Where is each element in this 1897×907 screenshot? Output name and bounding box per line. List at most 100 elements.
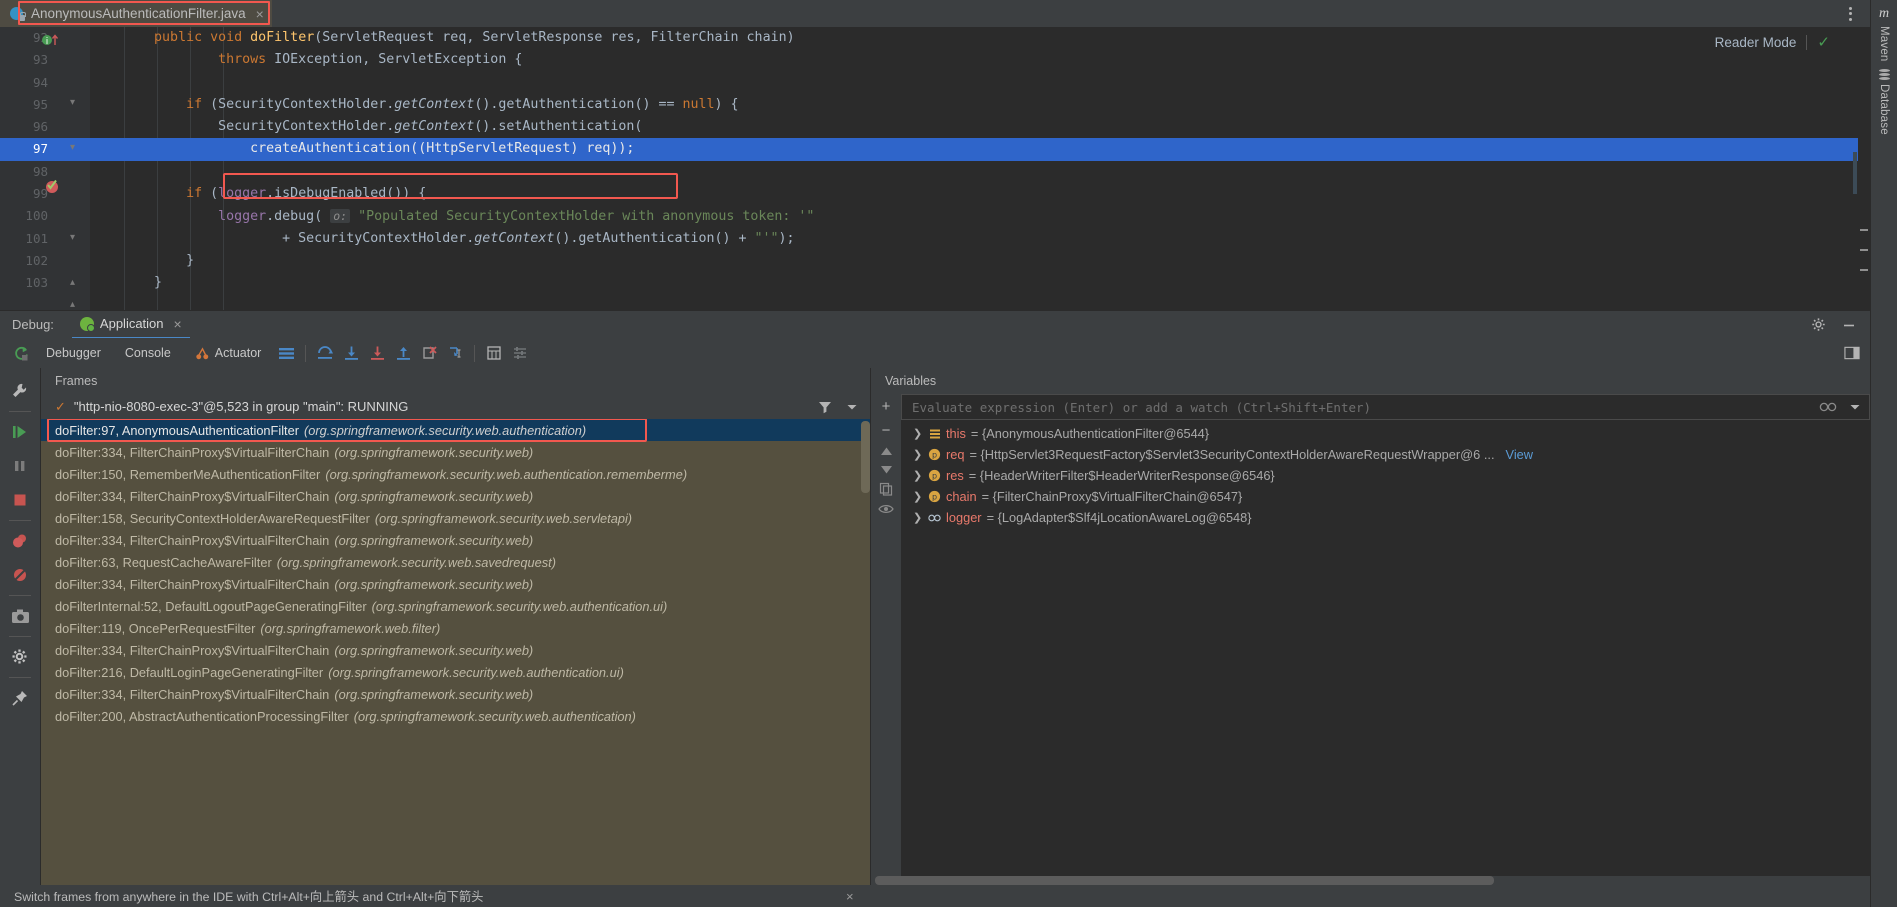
frame-row[interactable]: doFilter:158, SecurityContextHolderAware… xyxy=(41,507,870,529)
code-line[interactable]: 103 } xyxy=(0,272,1870,294)
frame-row[interactable]: doFilter:200, AbstractAuthenticationProc… xyxy=(41,705,870,727)
settings-icon[interactable] xyxy=(507,340,533,366)
run-to-cursor-icon[interactable] xyxy=(442,340,468,366)
move-up-icon[interactable] xyxy=(880,446,893,457)
line-number: 94 xyxy=(32,74,48,90)
fold-arrow-icon[interactable]: ▴ xyxy=(70,299,75,310)
pin-tab-icon[interactable] xyxy=(5,683,35,713)
tab-debugger[interactable]: Debugger xyxy=(34,346,113,360)
close-icon[interactable]: × xyxy=(174,317,182,331)
breakpoint-icon[interactable] xyxy=(44,178,60,194)
chevron-right-icon[interactable]: ❯ xyxy=(913,427,923,440)
editor-tab-anonymousauthenticationfilter[interactable]: AnonymousAuthenticationFilter.java × xyxy=(0,0,272,27)
fold-arrow-icon[interactable]: ▾ xyxy=(70,97,75,108)
chevron-right-icon[interactable]: ❯ xyxy=(913,490,923,503)
code-line[interactable]: 94 xyxy=(0,72,1870,94)
code-line[interactable]: 96 SecurityContextHolder.getContext().se… xyxy=(0,116,1870,138)
frame-row[interactable]: doFilterInternal:52, DefaultLogoutPageGe… xyxy=(41,595,870,617)
editor-scroll-rail[interactable] xyxy=(1858,27,1870,310)
code-line[interactable]: 92 public void doFilter(ServletRequest r… xyxy=(0,27,1870,49)
inspect-icon[interactable] xyxy=(878,503,894,515)
resume-program-icon[interactable] xyxy=(5,417,35,447)
wrench-icon[interactable] xyxy=(5,376,35,406)
copy-value-icon[interactable] xyxy=(879,482,893,496)
code-line[interactable]: 93 throws IOException, ServletException … xyxy=(0,49,1870,71)
variable-row[interactable]: ❯ p res = {HeaderWriterFilter$HeaderWriterR… xyxy=(901,465,1870,486)
frame-row[interactable]: doFilter:97, AnonymousAuthenticationFilt… xyxy=(41,419,870,441)
right-tool-maven[interactable]: Maven xyxy=(1878,26,1890,62)
frame-row[interactable]: doFilter:334, FilterChainProxy$VirtualFi… xyxy=(41,573,870,595)
method-override-icon[interactable]: i xyxy=(42,33,60,47)
frames-list[interactable]: doFilter:97, AnonymousAuthenticationFilt… xyxy=(41,419,870,885)
chevron-right-icon[interactable]: ❯ xyxy=(913,469,923,482)
code-editor[interactable]: Reader Mode ✓ 92 public void doFilter(Se… xyxy=(0,27,1870,310)
code-lines[interactable]: 92 public void doFilter(ServletRequest r… xyxy=(0,27,1870,295)
more-options-icon[interactable] xyxy=(1842,5,1858,23)
thread-row[interactable]: ✓ "http-nio-8080-exec-3"@5,523 in group … xyxy=(41,394,870,419)
close-icon[interactable]: × xyxy=(846,889,854,904)
code-line[interactable]: 102 } xyxy=(0,250,1870,272)
drop-frame-icon[interactable] xyxy=(416,340,442,366)
tab-console[interactable]: Console xyxy=(113,346,183,360)
watch-link-icon[interactable] xyxy=(1819,402,1839,412)
stop-icon[interactable] xyxy=(5,485,35,515)
settings-gear-icon[interactable] xyxy=(5,642,35,672)
view-value-link[interactable]: View xyxy=(1506,447,1534,462)
frame-row[interactable]: doFilter:334, FilterChainProxy$VirtualFi… xyxy=(41,639,870,661)
code-line[interactable]: 95 if (SecurityContextHolder.getContext(… xyxy=(0,94,1870,116)
tab-actuator[interactable]: Actuator xyxy=(183,346,274,361)
variable-row[interactable]: ❯ p req = {HttpServlet3RequestFactory$Servl… xyxy=(901,444,1870,465)
restore-layout-icon[interactable] xyxy=(1844,340,1870,366)
variable-row[interactable]: ❯ this = {AnonymousAuthenticationFilter@65… xyxy=(901,423,1870,444)
minimize-icon[interactable] xyxy=(1842,318,1856,332)
fold-arrow-icon[interactable]: ▴ xyxy=(70,277,75,288)
evaluate-expression-icon[interactable] xyxy=(481,340,507,366)
frame-row[interactable]: doFilter:63, RequestCacheAwareFilter (org… xyxy=(41,551,870,573)
variables-horizontal-scrollbar[interactable] xyxy=(871,876,1870,885)
code-line[interactable]: 97 createAuthentication((HttpServletRequ… xyxy=(0,138,1870,161)
frame-name: doFilter:334, FilterChainProxy$VirtualFi… xyxy=(55,488,330,504)
fold-arrow-icon[interactable]: ▾ xyxy=(70,142,75,153)
frame-row[interactable]: doFilter:334, FilterChainProxy$VirtualFi… xyxy=(41,441,870,463)
frame-row[interactable]: doFilter:334, FilterChainProxy$VirtualFi… xyxy=(41,485,870,507)
variable-row[interactable]: ❯ p chain = {FilterChainProxy$VirtualFilter… xyxy=(901,486,1870,507)
chevron-down-icon[interactable] xyxy=(846,402,858,412)
frame-row[interactable]: doFilter:119, OncePerRequestFilter (org.s… xyxy=(41,617,870,639)
evaluate-expression-input[interactable]: Evaluate expression (Enter) or add a wat… xyxy=(901,394,1870,420)
mute-breakpoints-icon[interactable] xyxy=(5,560,35,590)
fold-arrow-icon[interactable]: ▾ xyxy=(70,232,75,243)
layout-icon[interactable] xyxy=(273,340,299,366)
step-out-icon[interactable] xyxy=(390,340,416,366)
camera-icon[interactable] xyxy=(5,601,35,631)
move-down-icon[interactable] xyxy=(880,464,893,475)
frames-scrollbar[interactable] xyxy=(861,421,870,493)
reader-mode-widget[interactable]: Reader Mode ✓ xyxy=(1715,33,1830,51)
view-breakpoints-icon[interactable] xyxy=(5,526,35,556)
frame-row[interactable]: doFilter:334, FilterChainProxy$VirtualFi… xyxy=(41,529,870,551)
chevron-right-icon[interactable]: ❯ xyxy=(913,448,923,461)
chevron-right-icon[interactable]: ❯ xyxy=(913,511,923,524)
pause-program-icon[interactable] xyxy=(5,451,35,481)
right-tool-database[interactable]: Database xyxy=(1878,84,1890,135)
checkmark-icon[interactable]: ✓ xyxy=(1817,33,1830,51)
chevron-down-icon[interactable] xyxy=(1849,402,1861,412)
remove-watch-icon[interactable]: − xyxy=(882,422,891,439)
code-line[interactable]: 100 logger.debug( o: "Populated Security… xyxy=(0,205,1870,227)
rerun-icon[interactable] xyxy=(8,340,34,366)
frame-row[interactable]: doFilter:334, FilterChainProxy$VirtualFi… xyxy=(41,683,870,705)
variable-row[interactable]: ❯ logger = {LogAdapter$Slf4jLocationAwareL… xyxy=(901,507,1870,528)
add-watch-icon[interactable]: + xyxy=(882,394,891,420)
gear-icon[interactable] xyxy=(1811,317,1826,332)
code-line[interactable]: 98 xyxy=(0,161,1870,183)
variables-list[interactable]: ❯ this = {AnonymousAuthenticationFilter@65… xyxy=(901,420,1870,876)
code-line[interactable]: 99 if (logger.isDebugEnabled()) { xyxy=(0,183,1870,205)
force-step-into-icon[interactable] xyxy=(364,340,390,366)
step-over-icon[interactable] xyxy=(312,340,338,366)
frame-row[interactable]: doFilter:216, DefaultLoginPageGenerating… xyxy=(41,661,870,683)
step-into-icon[interactable] xyxy=(338,340,364,366)
debug-session-tab-application[interactable]: Application × xyxy=(71,311,190,339)
code-line[interactable]: 101 + SecurityContextHolder.getContext()… xyxy=(0,228,1870,250)
frame-row[interactable]: doFilter:150, RememberMeAuthenticationFi… xyxy=(41,463,870,485)
filter-icon[interactable] xyxy=(818,400,832,414)
close-icon[interactable]: × xyxy=(256,7,264,21)
